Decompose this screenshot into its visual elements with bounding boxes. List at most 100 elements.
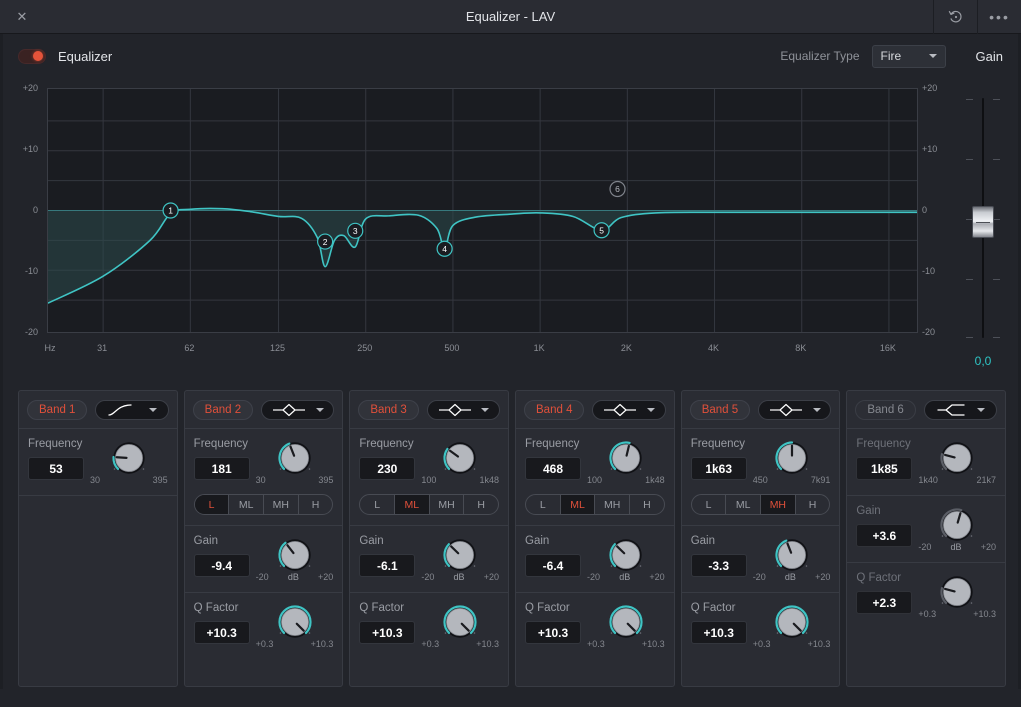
bell-peak-icon[interactable]: [426, 399, 501, 420]
titlebar-actions: •••: [933, 0, 1021, 34]
gain-value-2[interactable]: -9.4: [193, 554, 250, 577]
range-option-ML[interactable]: ML: [726, 495, 762, 514]
range-option-L[interactable]: L: [360, 495, 396, 514]
gain-knob-range: -20 dB +20: [918, 542, 996, 552]
chevron-down-icon: [928, 54, 937, 58]
svg-text:4: 4: [442, 244, 447, 254]
equalizer-power-toggle[interactable]: [18, 48, 46, 64]
band-enable-button-4[interactable]: Band 4: [524, 399, 585, 420]
frequency-max: 1k48: [479, 475, 500, 485]
frequency-knob-4[interactable]: 100 1k48: [587, 441, 665, 485]
frequency-value-3[interactable]: 230: [359, 457, 416, 480]
range-option-H[interactable]: H: [630, 495, 664, 514]
gain-knob-5[interactable]: -20 dB +20: [753, 538, 831, 582]
gain-value-3[interactable]: -6.1: [359, 554, 416, 577]
range-option-MH[interactable]: MH: [595, 495, 631, 514]
frequency-range-selector-5[interactable]: L ML MH H: [690, 494, 831, 515]
band-empty-area-1: [19, 496, 177, 686]
q-factor-value-4[interactable]: +10.3: [525, 621, 582, 644]
range-option-MH[interactable]: MH: [761, 495, 796, 514]
bell-peak-icon[interactable]: [758, 399, 832, 420]
range-option-H[interactable]: H: [299, 495, 333, 514]
gain-knob-4[interactable]: -20 dB +20: [587, 538, 665, 582]
q-factor-knob-4[interactable]: +0.3 +10.3: [587, 605, 665, 649]
frequency-value-2[interactable]: 181: [193, 457, 250, 480]
gain-value-4[interactable]: -6.4: [525, 554, 582, 577]
band-enable-button-5[interactable]: Band 5: [689, 399, 751, 420]
equalizer-type-select[interactable]: Fire: [871, 44, 946, 68]
frequency-max: 21k7: [976, 475, 997, 485]
q-factor-knob-3[interactable]: +0.3 +10.3: [421, 605, 499, 649]
x-axis-label-4: 250: [357, 343, 373, 353]
range-option-L[interactable]: L: [194, 495, 230, 514]
range-option-ML[interactable]: ML: [560, 495, 596, 514]
frequency-range-selector-4[interactable]: L ML MH H: [525, 494, 665, 515]
range-option-MH[interactable]: MH: [430, 495, 465, 514]
gain-knob-6[interactable]: -20 dB +20: [918, 508, 996, 552]
q-factor-row: +2.3 +0.3 +10.3: [856, 576, 996, 619]
q-factor-value-6[interactable]: +2.3: [856, 591, 913, 614]
band-enable-button-3[interactable]: Band 3: [358, 399, 419, 420]
slider-thumb[interactable]: [972, 206, 994, 238]
range-option-ML[interactable]: ML: [229, 495, 265, 514]
chevron-down-icon: [148, 407, 157, 412]
q-factor-value-3[interactable]: +10.3: [359, 621, 416, 644]
x-axis-label-3: 125: [270, 343, 286, 353]
low-shelf-curve-icon[interactable]: [95, 399, 169, 420]
high-shelf-curve-icon[interactable]: [923, 399, 998, 420]
frequency-min: 450: [752, 475, 768, 485]
master-gain-slider[interactable]: 0,0: [958, 86, 1008, 376]
frequency-knob-6[interactable]: 1k40 21k7: [918, 441, 996, 485]
bell-peak-icon[interactable]: [592, 399, 666, 420]
frequency-section-4: Frequency 468 100 1k48 L ML MH H: [516, 429, 674, 526]
frequency-value-1[interactable]: 53: [28, 457, 84, 480]
q-factor-row: +10.3 +0.3 +10.3: [359, 605, 499, 649]
q-factor-knob-5[interactable]: +0.3 +10.3: [753, 605, 831, 649]
q-factor-knob-range: +0.3 +10.3: [753, 639, 831, 649]
frequency-value-5[interactable]: 1k63: [690, 457, 747, 480]
frequency-range-selector-2[interactable]: L ML MH H: [193, 494, 334, 515]
reset-history-icon[interactable]: [933, 0, 977, 34]
slider-tick-right-m20: [993, 337, 1000, 338]
band-header-1: Band 1: [19, 391, 177, 429]
close-icon[interactable]: ✕: [0, 0, 44, 34]
range-option-ML[interactable]: ML: [395, 495, 430, 514]
frequency-value-6[interactable]: 1k85: [856, 457, 913, 480]
master-gain-value[interactable]: 0,0: [958, 354, 1008, 368]
range-option-MH[interactable]: MH: [264, 495, 299, 514]
q-factor-section-6: Q Factor +2.3 +0.3 +10.3: [847, 563, 1005, 629]
q-factor-value-5[interactable]: +10.3: [690, 621, 747, 644]
band-enable-button-1[interactable]: Band 1: [27, 399, 88, 420]
gain-knob-2[interactable]: -20 dB +20: [256, 538, 334, 582]
frequency-row: 181 30 395: [193, 442, 333, 485]
band-enable-button-6[interactable]: Band 6: [855, 399, 916, 420]
gain-value-5[interactable]: -3.3: [690, 554, 747, 577]
q-factor-knob-range: +0.3 +10.3: [421, 639, 499, 649]
gain-knob-3[interactable]: -20 dB +20: [421, 538, 499, 582]
frequency-knob-2[interactable]: 30 395: [256, 441, 333, 485]
band-header-6: Band 6: [847, 391, 1006, 429]
y-axis-label-right-4: -20: [922, 327, 936, 337]
band-enable-button-2[interactable]: Band 2: [192, 399, 254, 420]
frequency-knob-5[interactable]: 450 7k91: [752, 441, 830, 485]
y-axis-label-left-1: +10: [22, 144, 38, 154]
q-factor-knob-6[interactable]: +0.3 +10.3: [918, 575, 996, 619]
q-factor-knob-2[interactable]: +0.3 +10.3: [256, 605, 334, 649]
bell-peak-icon[interactable]: [261, 399, 335, 420]
eq-point-5: 5: [593, 222, 610, 239]
more-options-icon[interactable]: •••: [977, 0, 1021, 34]
eq-response-plot[interactable]: 1 2 3 4 5 6: [47, 88, 918, 333]
gain-value-6[interactable]: +3.6: [856, 524, 913, 547]
gain-min: -20: [752, 572, 766, 582]
frequency-knob-1[interactable]: 30 395: [90, 441, 168, 485]
frequency-knob-range: 1k40 21k7: [918, 475, 996, 485]
range-option-H[interactable]: H: [464, 495, 498, 514]
frequency-range-selector-3[interactable]: L ML MH H: [359, 494, 500, 515]
range-option-L[interactable]: L: [692, 495, 727, 514]
frequency-value-4[interactable]: 468: [525, 457, 582, 480]
range-option-L[interactable]: L: [526, 495, 561, 514]
q-max: +10.3: [310, 639, 334, 649]
frequency-knob-3[interactable]: 100 1k48: [421, 441, 499, 485]
q-factor-value-2[interactable]: +10.3: [193, 621, 250, 644]
range-option-H[interactable]: H: [796, 495, 830, 514]
